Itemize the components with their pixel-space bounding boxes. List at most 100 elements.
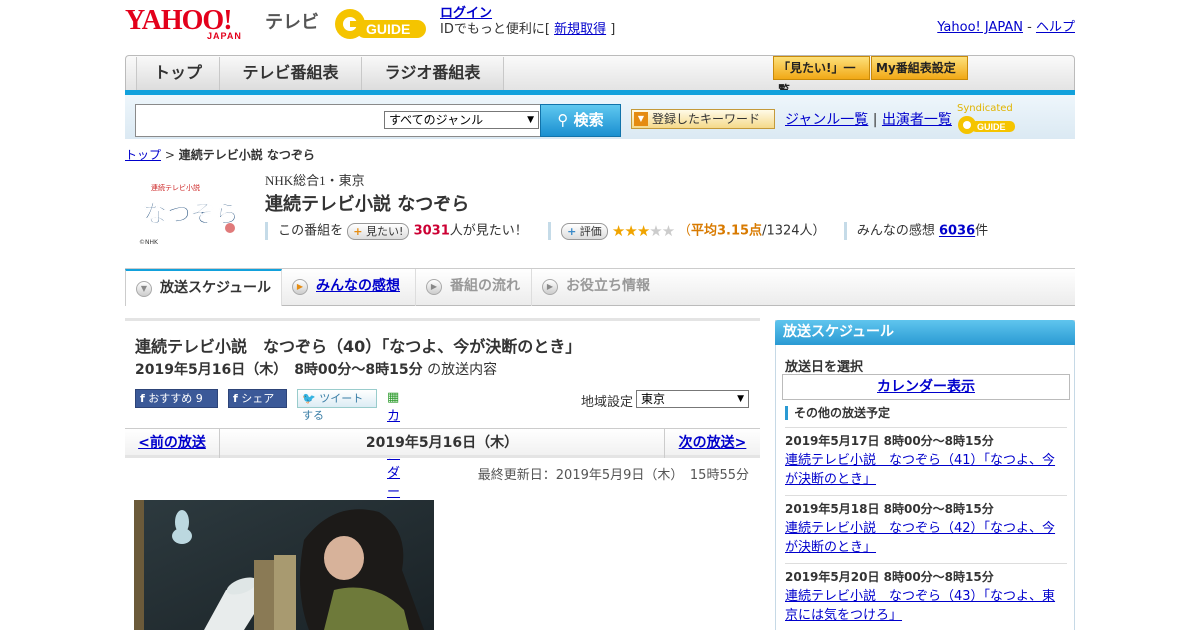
tab-radio-schedule[interactable]: ラジオ番組表 bbox=[362, 57, 504, 91]
tab-tv-schedule[interactable]: テレビ番組表 bbox=[220, 57, 362, 91]
current-broadcast-date: 2019年5月16日（木） bbox=[365, 435, 519, 451]
facebook-share-button[interactable]: f シェア bbox=[228, 389, 287, 408]
tab-top[interactable]: トップ bbox=[136, 57, 220, 91]
schedule-sidebar: 放送スケジュール 放送日を選択 カレンダー表示 その他の放送予定 2019年5月… bbox=[775, 320, 1075, 630]
kansou-count-link[interactable]: 6036 bbox=[939, 224, 975, 239]
search-button-label: 検索 bbox=[573, 111, 604, 129]
program-logo-credit: ©NHK bbox=[139, 239, 159, 246]
schedule-item-link[interactable]: 連続テレビ小説 なつぞら（42）「なつよ、今が決断のとき」 bbox=[785, 521, 1055, 555]
login-link[interactable]: ログイン bbox=[440, 6, 492, 21]
sidebar-header: 放送スケジュール bbox=[775, 320, 1075, 345]
yahoo-japan-logo[interactable]: YAHOO! JAPAN bbox=[125, 6, 259, 42]
tab-schedule[interactable]: ▼ 放送スケジュール bbox=[125, 269, 282, 306]
program-logo: 連続テレビ小説 なつぞら ©NHK bbox=[135, 180, 250, 250]
episode-date: 2019年5月16日（木） 8時00分～8時15分 の放送内容 bbox=[135, 359, 497, 379]
help-separator: - bbox=[1027, 20, 1032, 35]
gguide-logo[interactable]: GUIDE bbox=[334, 6, 434, 42]
episode-date-suffix: の放送内容 bbox=[427, 362, 498, 378]
breadcrumb-home-link[interactable]: トップ bbox=[125, 148, 161, 162]
search-bar: すべてのジャンル ▼ ⚲ 検索 ▼ 登録したキーワード ジャンル一覧 | 出演者… bbox=[125, 95, 1075, 139]
performer-list-link[interactable]: 出演者一覧 bbox=[882, 112, 952, 128]
link-divider: | bbox=[872, 112, 878, 128]
japan-logo-text: JAPAN bbox=[207, 31, 242, 41]
facebook-icon: f bbox=[140, 392, 145, 405]
schedule-item-link[interactable]: 連続テレビ小説 なつぞら（43）「なつよ、東京には気をつけろ」 bbox=[785, 589, 1055, 623]
search-button[interactable]: ⚲ 検索 bbox=[540, 104, 621, 137]
yahoo-japan-link[interactable]: Yahoo! JAPAN bbox=[937, 20, 1023, 35]
dropdown-arrow-icon: ▼ bbox=[527, 115, 534, 125]
sidebar-select-day: 放送日を選択 bbox=[785, 360, 864, 375]
mitai-list-button[interactable]: 「見たい!」一覧 bbox=[773, 56, 870, 97]
genre-list-link[interactable]: ジャンル一覧 bbox=[785, 112, 868, 128]
mitai-button-label: 見たい! bbox=[366, 224, 404, 238]
star-icon: ★ bbox=[649, 222, 662, 240]
tab-yakudachi-label: お役立ち情報 bbox=[566, 278, 650, 294]
schedule-item-date: 2019年5月18日 8時00分～8時15分 bbox=[785, 502, 994, 516]
play-circle-icon: ▶ bbox=[292, 279, 308, 295]
episode-title: 連続テレビ小説 なつぞら（40）「なつよ、今が決断のとき」 bbox=[135, 337, 582, 356]
schedule-item-date: 2019年5月20日 8時00分～8時15分 bbox=[785, 570, 994, 584]
schedule-list-item: 2019年5月17日 8時00分～8時15分 連続テレビ小説 なつぞら（41）「… bbox=[785, 427, 1067, 489]
tweet-button[interactable]: 🐦 ツイートする bbox=[297, 389, 377, 422]
mitai-button[interactable]: + 見たい! bbox=[347, 222, 410, 240]
tab-yakudachi[interactable]: ▶ お役立ち情報 bbox=[532, 269, 662, 306]
rating-stars: ★★★★★ bbox=[612, 222, 678, 240]
star-icon: ★ bbox=[624, 222, 637, 240]
syndicated-gguide-logo: Syndicated GUIDE bbox=[957, 103, 1075, 136]
star-icon: ★ bbox=[611, 222, 625, 240]
calendar-display-link[interactable]: カレンダー表示 bbox=[782, 374, 1070, 400]
program-logo-title: 連続テレビ小説 bbox=[151, 183, 200, 192]
tv-label: テレビ bbox=[265, 12, 319, 33]
breadcrumb-separator: > bbox=[164, 148, 175, 162]
tab-nagare[interactable]: ▶ 番組の流れ bbox=[416, 269, 532, 306]
mitai-prefix: この番組を bbox=[278, 223, 344, 239]
calendar-icon: ▦ bbox=[387, 390, 400, 405]
genre-links: ジャンル一覧 | 出演者一覧 bbox=[785, 109, 952, 129]
dropdown-arrow-icon: ▼ bbox=[737, 394, 744, 404]
program-channel: NHK総合1・東京 bbox=[265, 173, 365, 188]
mitai-count: 3031 bbox=[413, 223, 450, 239]
sidebar-other-schedule-label: その他の放送予定 bbox=[785, 406, 890, 420]
rating-button[interactable]: + 評価 bbox=[561, 222, 608, 240]
registered-keyword-button[interactable]: ▼ 登録したキーワード bbox=[631, 109, 775, 129]
login-area: ログイン IDでもっと便利に[ 新規取得 ] bbox=[440, 6, 615, 38]
prev-broadcast-link[interactable]: <前の放送 bbox=[125, 429, 220, 458]
schedule-item-link[interactable]: 連続テレビ小説 なつぞら（41）「なつよ、今が決断のとき」 bbox=[785, 453, 1055, 487]
region-label: 地域設定 bbox=[581, 395, 634, 410]
play-circle-icon: ▶ bbox=[426, 279, 442, 295]
region-select[interactable]: 東京 ▼ bbox=[636, 390, 749, 408]
star-icon: ★ bbox=[636, 222, 650, 240]
chevron-down-icon: ▼ bbox=[136, 281, 152, 297]
program-title: 連続テレビ小説 なつぞら bbox=[265, 194, 470, 215]
schedule-item-date: 2019年5月17日 8時00分～8時15分 bbox=[785, 434, 994, 448]
syndicated-label: Syndicated bbox=[957, 103, 1013, 114]
schedule-list-item: 2019年5月20日 8時00分～8時15分 連続テレビ小説 なつぞら（43）「… bbox=[785, 563, 1067, 625]
episode-navigation: <前の放送 2019年5月16日（木） 次の放送> bbox=[125, 428, 760, 458]
facebook-icon: f bbox=[233, 392, 238, 405]
tab-nagare-label: 番組の流れ bbox=[450, 278, 520, 294]
breadcrumb: トップ > 連続テレビ小説 なつぞら bbox=[125, 146, 315, 163]
help-link[interactable]: ヘルプ bbox=[1036, 20, 1075, 35]
twitter-icon: 🐦 bbox=[302, 392, 316, 405]
registered-keyword-label: 登録したキーワード bbox=[652, 112, 761, 126]
genre-select[interactable]: すべてのジャンル ▼ bbox=[384, 111, 539, 129]
next-broadcast-link[interactable]: 次の放送> bbox=[664, 429, 760, 458]
genre-select-value: すべてのジャンル bbox=[389, 113, 484, 127]
facebook-recommend-button[interactable]: f おすすめ 9 bbox=[135, 389, 218, 408]
login-sub-prefix: IDでもっと便利に[ bbox=[440, 22, 550, 37]
last-updated: 最終更新日：2019年5月9日（木） 15時55分 bbox=[477, 468, 749, 483]
schedule-list-item: 2019年5月18日 8時00分～8時15分 連続テレビ小説 なつぞら（42）「… bbox=[785, 495, 1067, 557]
kansou-prefix: みんなの感想 bbox=[856, 223, 935, 239]
tab-kansou[interactable]: ▶ みんなの感想 bbox=[282, 269, 416, 306]
search-icon: ⚲ bbox=[557, 111, 569, 129]
top-right-links: Yahoo! JAPAN - ヘルプ bbox=[937, 16, 1075, 35]
episode-date-time: 2019年5月16日（木） 8時00分～8時15分 bbox=[135, 362, 423, 378]
syndicated-gguide-text: GUIDE bbox=[977, 122, 1006, 132]
facebook-recommend-label: おすすめ bbox=[148, 392, 193, 405]
rating-button-label: 評価 bbox=[579, 224, 602, 238]
signup-link[interactable]: 新規取得 bbox=[554, 22, 606, 37]
play-circle-icon: ▶ bbox=[542, 279, 558, 295]
plus-icon: + bbox=[353, 224, 363, 238]
my-bangumi-button[interactable]: My番組表設定 bbox=[871, 56, 968, 80]
episode-photo bbox=[134, 500, 434, 630]
